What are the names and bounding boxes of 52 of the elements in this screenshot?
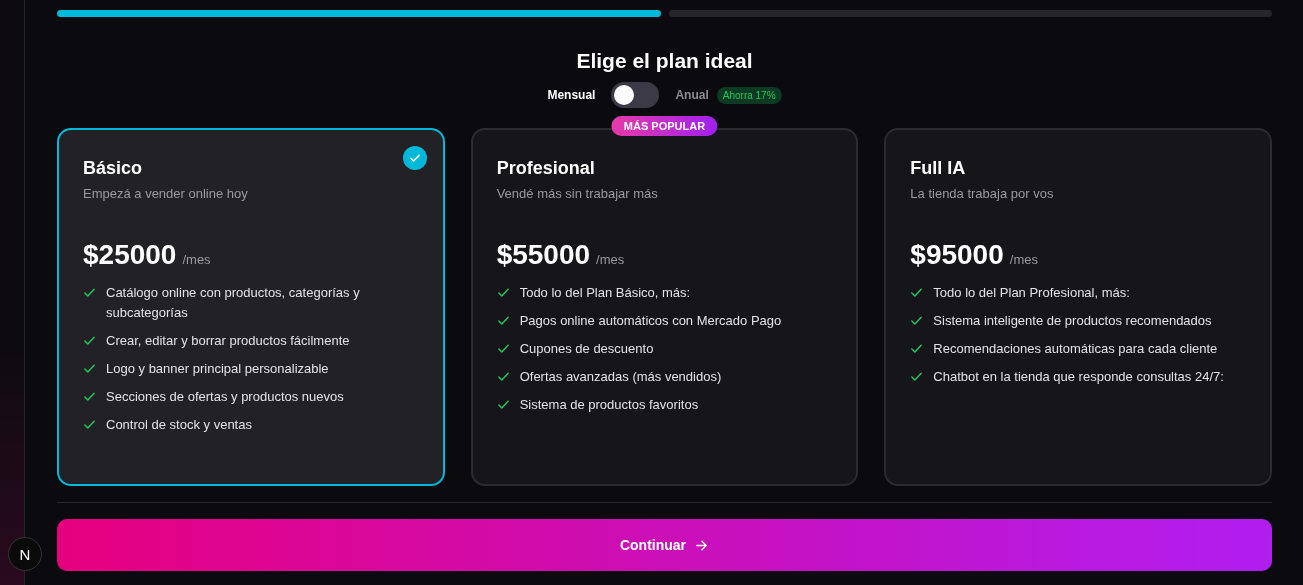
check-icon (83, 286, 96, 299)
feature-text: Sistema de productos favoritos (519, 396, 699, 414)
feature-text: Pagos online automáticos con Mercado Pago (519, 312, 782, 330)
page-title: Elige el plan ideal (575, 48, 754, 74)
price-period: /mes (596, 252, 625, 267)
feature-text: Ofertas avanzadas (más vendidos) (519, 368, 722, 386)
plan-name: Profesional (496, 157, 596, 180)
plan-card[interactable] (57, 128, 445, 486)
feature-text: Recomendaciones automáticas para cada cliente (933, 340, 1218, 358)
check-icon (910, 370, 924, 383)
plan-price: $55000 (496, 239, 591, 271)
dev-badge[interactable]: N (8, 537, 42, 571)
continue-button[interactable]: Continuar (57, 519, 1272, 571)
plan-tagline: Vendé más sin trabajar más (496, 186, 659, 201)
popular-badge: MÁS POPULAR (611, 116, 718, 136)
check-icon (83, 390, 96, 403)
price-period: /mes (1009, 252, 1038, 267)
check-icon (83, 334, 96, 347)
price-period: /mes (182, 252, 211, 267)
feature-text: Logo y banner principal personalizable (106, 360, 329, 378)
check-icon (496, 370, 510, 383)
feature-text: Catálogo online con productos, categorías y subcategorías (106, 284, 361, 322)
plan-price: $25000 (83, 239, 177, 271)
feature-text: Chatbot en la tienda que responde consultas 24/7: (933, 368, 1224, 386)
feature-text: Crear, editar y borrar productos fácilmente (106, 332, 350, 350)
check-icon (402, 146, 427, 170)
check-icon (83, 362, 96, 375)
plan-tagline: La tienda trabaja por vos (910, 186, 1055, 201)
check-icon (910, 286, 924, 299)
feature-text: Todo lo del Plan Básico, más: (519, 284, 691, 302)
feature-text: Secciones de ofertas y productos nuevos (106, 388, 344, 406)
check-icon (910, 342, 924, 355)
plan-name: Full IA (910, 157, 967, 180)
plan-tagline: Empezá a vender online hoy (83, 186, 249, 201)
feature-text: Sistema inteligente de productos recomendados (933, 312, 1212, 330)
plan-card[interactable] (884, 128, 1272, 486)
billing-toggle[interactable] (611, 82, 660, 108)
billing-label: Mensual (547, 88, 596, 102)
check-icon (496, 314, 510, 327)
feature-text: Cupones de descuento (519, 340, 654, 358)
savings-badge: Ahorra 17% (716, 86, 782, 104)
billing-label: Anual (675, 88, 709, 102)
check-icon (496, 286, 510, 299)
check-icon (496, 398, 510, 411)
check-icon (496, 342, 510, 355)
check-icon (83, 418, 96, 431)
check-icon (910, 314, 924, 327)
feature-text: Todo lo del Plan Profesional, más: (933, 284, 1130, 302)
feature-text: Control de stock y ventas (106, 416, 252, 434)
plan-price: $95000 (910, 239, 1004, 271)
plan-name: Básico (83, 157, 144, 180)
plan-card[interactable] (470, 128, 859, 486)
